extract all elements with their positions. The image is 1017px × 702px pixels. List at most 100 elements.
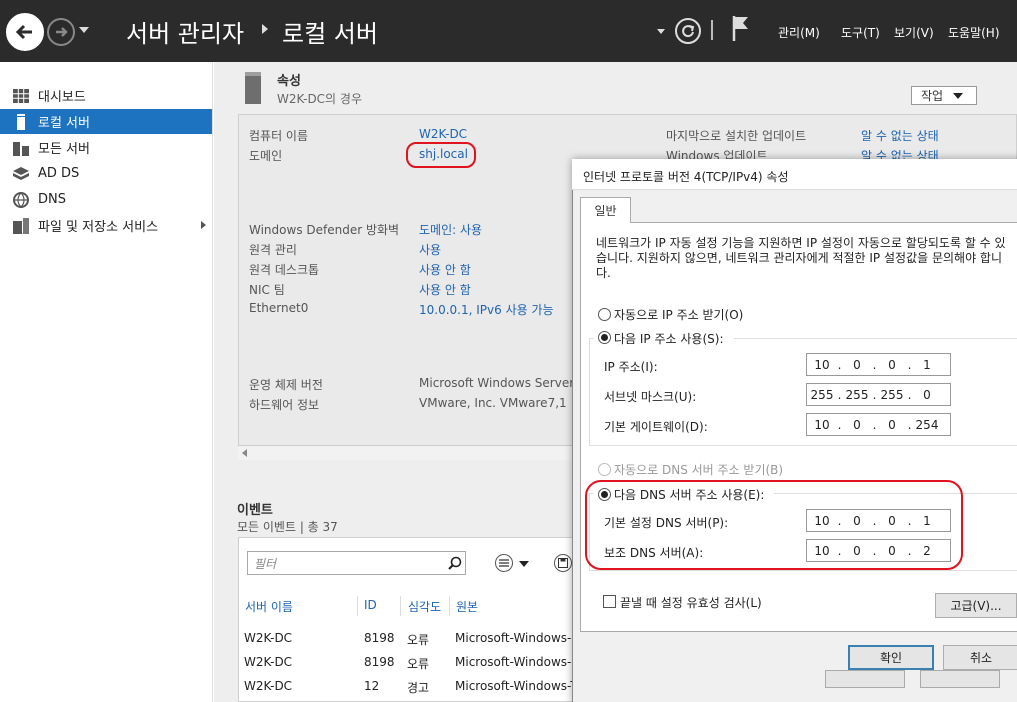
scroll-left-icon[interactable] [242, 449, 247, 457]
table-row[interactable]: W2K-DC 8198 오류 Microsoft-Windows-S [239, 627, 579, 649]
toolbar-dropdown-icon[interactable] [657, 29, 665, 34]
table-row[interactable]: W2K-DC 8198 오류 Microsoft-Windows-S [239, 651, 579, 673]
background-button [920, 670, 1000, 688]
prop-label-ethernet0: Ethernet0 [249, 301, 309, 315]
radio-manual-ip[interactable] [598, 331, 611, 344]
save-query-icon[interactable] [554, 554, 572, 572]
ip-address-label: IP 주소(I): [604, 360, 658, 374]
events-subtitle: 모든 이벤트 | 총 37 [237, 520, 338, 534]
radio-auto-ip[interactable] [598, 308, 611, 321]
tasks-label: 작업 [921, 89, 944, 103]
properties-subtitle: W2K-DC의 경우 [277, 92, 362, 106]
file-storage-icon [12, 217, 29, 234]
column-header-id[interactable]: ID [364, 598, 377, 612]
radio-auto-ip-label[interactable]: 자동으로 IP 주소 받기(O) [614, 306, 743, 323]
menu-manage[interactable]: 관리(M) [778, 24, 820, 41]
breadcrumb-separator-icon [262, 24, 268, 34]
table-row[interactable]: W2K-DC 12 경고 Microsoft-Windows-Time [239, 675, 600, 697]
ip-octet: 0 [923, 387, 931, 402]
breadcrumb-current: 로컬 서버 [282, 20, 378, 48]
prop-value-computer-name[interactable]: W2K-DC [419, 127, 467, 141]
filter-input[interactable]: 필터 [247, 551, 466, 575]
prop-label-last-update: 마지막으로 설치한 업데이트 [666, 129, 807, 143]
validate-checkbox-label[interactable]: 끝낼 때 설정 유효성 검사(L) [620, 594, 762, 611]
column-header-severity[interactable]: 심각도 [408, 598, 441, 615]
sidebar-item-label: 파일 및 저장소 서비스 [38, 220, 159, 235]
dialog-title: 인터넷 프로토콜 버전 4(TCP/IPv4) 속성 [583, 170, 789, 184]
column-header-source[interactable]: 원본 [456, 598, 478, 615]
prop-label-hardware: 하드웨어 정보 [249, 398, 320, 412]
chevron-down-icon[interactable] [519, 561, 529, 567]
menu-view[interactable]: 보기(V) [894, 24, 934, 41]
column-divider [400, 596, 401, 616]
cell-server: W2K-DC [244, 655, 293, 669]
search-icon[interactable] [448, 556, 462, 573]
default-gateway-field[interactable]: 10. 0. 0. 254 [806, 413, 951, 436]
submenu-arrow-icon[interactable] [201, 221, 206, 229]
history-dropdown-icon[interactable] [79, 27, 89, 33]
sidebar-item-dns[interactable]: DNS [0, 187, 212, 212]
prop-value-ethernet0[interactable]: 10.0.0.1, IPv6 사용 가능 [419, 301, 554, 318]
notifications-flag-icon[interactable] [731, 14, 751, 45]
server-tile-icon [245, 72, 261, 104]
sidebar-item-label: 대시보드 [38, 90, 86, 105]
ip-octet: 0 [888, 417, 896, 432]
column-header-server-name[interactable]: 서버 이름 [245, 598, 293, 615]
breadcrumb-root[interactable]: 서버 관리자 [126, 14, 244, 49]
prop-value-os-version: Microsoft Windows Server 2 [419, 376, 586, 390]
back-button[interactable] [6, 13, 44, 51]
prop-value-nic-teaming[interactable]: 사용 안 함 [419, 281, 471, 298]
dialog-description: 네트워크가 IP 자동 설정 기능을 지원하면 IP 설정이 자동으로 할당되도… [596, 236, 1006, 280]
cell-source: Microsoft-Windows-S [455, 655, 579, 669]
cancel-button[interactable]: 취소 [943, 645, 1017, 670]
sidebar-item-local-server[interactable]: 로컬 서버 [0, 109, 212, 134]
sidebar-item-label: 로컬 서버 [38, 116, 90, 131]
sidebar-item-label: AD DS [38, 166, 80, 181]
prop-label-firewall: Windows Defender 방화벽 [249, 223, 400, 237]
prop-label-os-version: 운영 체제 버전 [249, 378, 323, 392]
sidebar-item-file-storage[interactable]: 파일 및 저장소 서비스 [0, 213, 212, 238]
radio-selected-dot [601, 334, 608, 341]
sidebar: 대시보드 로컬 서버 모든 서버 AD DS DNS 파일 및 저장소 서비스 [0, 62, 213, 702]
ip-octet: 254 [915, 417, 939, 432]
subnet-mask-field[interactable]: 255. 255. 255. 0 [806, 383, 951, 406]
menu-tools[interactable]: 도구(T) [841, 24, 880, 41]
prop-value-last-update[interactable]: 알 수 없는 상태 [861, 127, 939, 144]
column-divider [357, 596, 358, 616]
cell-source: Microsoft-Windows-S [455, 631, 579, 645]
sidebar-item-ad-ds[interactable]: AD DS [0, 161, 212, 186]
forward-button[interactable] [47, 18, 75, 46]
ip-octet: 255 [880, 387, 904, 402]
prop-value-remote-desktop[interactable]: 사용 안 함 [419, 261, 471, 278]
tasks-button[interactable]: 작업 [911, 86, 977, 105]
ip-octet: 255 [810, 387, 834, 402]
sidebar-item-label: DNS [38, 192, 66, 207]
radio-auto-dns[interactable] [598, 463, 611, 476]
radio-manual-ip-label[interactable]: 다음 IP 주소 사용(S): [614, 330, 723, 347]
back-arrow-icon [15, 24, 32, 40]
ad-ds-icon [12, 165, 29, 182]
server-manager-window: 서버 관리자 로컬 서버 관리(M) 도구(T) 보기(V) 도움말(H) 대시… [0, 0, 1017, 702]
horizontal-scrollbar[interactable] [238, 445, 578, 460]
validate-checkbox[interactable] [603, 595, 616, 608]
advanced-button[interactable]: 고급(V)... [935, 593, 1017, 618]
sidebar-item-label: 모든 서버 [38, 142, 90, 157]
sidebar-item-all-servers[interactable]: 모든 서버 [0, 135, 212, 160]
menu-help[interactable]: 도움말(H) [948, 24, 1000, 41]
list-options-icon[interactable] [495, 554, 513, 572]
forward-arrow-icon [56, 27, 68, 37]
prop-value-remote-management[interactable]: 사용 [419, 241, 441, 258]
tab-general[interactable]: 일반 [580, 197, 631, 223]
ok-button[interactable]: 확인 [848, 645, 934, 670]
prop-value-hardware: VMware, Inc. VMware7,1 [419, 396, 567, 410]
dashboard-grid-icon [12, 87, 29, 104]
radio-auto-dns-label[interactable]: 자동으로 DNS 서버 주소 받기(B) [614, 461, 783, 478]
sidebar-item-dashboard[interactable]: 대시보드 [0, 83, 212, 108]
ip-address-field[interactable]: 10. 0. 0. 1 [806, 353, 951, 376]
ip-octet: 255 [845, 387, 869, 402]
prop-value-firewall[interactable]: 도메인: 사용 [419, 221, 482, 238]
local-server-icon [12, 113, 29, 130]
events-title: 이벤트 [237, 503, 273, 518]
refresh-button[interactable] [675, 18, 701, 44]
background-button [825, 670, 905, 688]
